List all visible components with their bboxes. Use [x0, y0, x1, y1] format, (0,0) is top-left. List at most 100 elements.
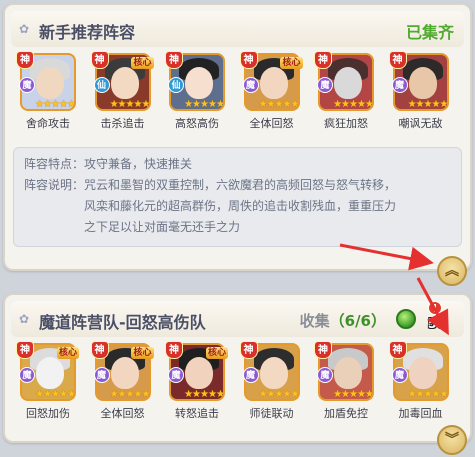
faction-badge: 仙	[93, 77, 110, 93]
faction-badge: 魔	[168, 367, 184, 383]
god-rank-badge: 神	[314, 51, 332, 69]
star-rating: ★★★★★	[184, 389, 224, 400]
hero-skill-label: 全体回怒	[249, 117, 294, 130]
faction-badge: 魔	[93, 367, 110, 383]
collect-progress: 收集（6/6）	[300, 310, 386, 331]
panel-title: 新手推荐阵容	[39, 23, 136, 42]
hero-card[interactable]: ★★★★★ 神仙高怒高伤	[164, 51, 230, 143]
core-badge: 核心	[131, 57, 154, 69]
star-rating: ★★★★★	[258, 389, 299, 400]
star-rating: ★★★★★	[109, 389, 150, 400]
panel-title: 魔道阵营队-回怒高伤队	[39, 313, 206, 332]
hero-card[interactable]: ★★★★★ 神魔 核心回怒加伤	[15, 341, 81, 433]
explain-line: 咒云和墨智的双重控制，六欲魔君的高频回怒与怒气转移，	[84, 178, 397, 192]
god-rank-badge: 神	[314, 341, 332, 359]
jade-reward-icon[interactable]	[396, 309, 416, 329]
core-badge: 核心	[56, 347, 79, 359]
star-rating: ★★★★★	[333, 99, 373, 110]
faction-badge: 魔	[19, 77, 35, 93]
star-rating: ★★★★★	[35, 389, 75, 400]
god-rank-badge: 神	[388, 341, 407, 359]
faction-badge: 魔	[242, 367, 259, 383]
hero-skill-label: 全体回怒	[100, 407, 145, 420]
star-rating: ★★★★★	[333, 389, 373, 400]
faction-badge: 魔	[317, 77, 333, 93]
hero-skill-label: 疯狂加怒	[324, 117, 368, 130]
panel-header: ✿ 新手推荐阵容 已集齐	[11, 11, 464, 47]
god-rank-badge: 神	[239, 51, 258, 69]
hero-face	[36, 67, 64, 99]
hero-face	[259, 67, 288, 99]
god-rank-badge: 神	[90, 51, 109, 69]
hero-skill-label: 转怒追击	[175, 407, 219, 420]
faction-badge: 魔	[391, 367, 408, 383]
faction-badge: 仙	[168, 77, 184, 93]
hero-face	[408, 67, 437, 99]
faction-badge: 魔	[391, 77, 408, 93]
lotus-icon: ✿	[18, 22, 30, 36]
hero-skill-label: 舍命攻击	[26, 117, 70, 130]
hero-roster: ★★★★★ 神魔核心 回怒加伤 ★★★★★ 神魔核心 全体回怒 ★★★★★ 神魔核心 转怒追击 ★…	[15, 341, 465, 433]
hero-skill-label: 回怒加伤	[26, 407, 70, 420]
hero-face	[334, 357, 362, 389]
hero-card[interactable]: ★★★★★ 神魔疯狂加怒	[313, 51, 379, 143]
reward-count: 50	[427, 317, 446, 332]
hero-face	[334, 67, 362, 99]
hero-card[interactable]: ★★★★★ 神魔加毒回血	[388, 341, 454, 433]
hero-skill-label: 高怒高伤	[175, 117, 219, 130]
hero-face	[110, 357, 139, 389]
hero-card[interactable]: ★★★★★ 神魔嘲讽无敌	[388, 51, 454, 143]
collapse-button[interactable]: ︽	[437, 256, 467, 286]
lotus-icon: ✿	[18, 312, 30, 326]
feature-text: 攻守兼备，快速推关	[84, 157, 193, 171]
hero-face	[36, 357, 64, 389]
faction-badge: 魔	[242, 77, 259, 93]
god-rank-badge: 神	[16, 51, 34, 69]
core-badge: 核心	[205, 347, 228, 359]
hero-skill-label: 击杀追击	[100, 117, 145, 130]
hero-skill-label: 加毒回血	[398, 407, 443, 420]
hero-card[interactable]: ★★★★★ 神魔师徒联动	[239, 341, 305, 433]
god-rank-badge: 神	[16, 341, 34, 359]
hero-card[interactable]: ★★★★★ 神仙 核心 击杀追击	[90, 51, 156, 143]
hero-card[interactable]: ★★★★★ 神魔 核心全体回怒	[239, 51, 305, 143]
hero-card[interactable]: ★★★★★ 神魔舍命攻击	[15, 51, 81, 143]
lineup-panel-recommended: ✿ 新手推荐阵容 已集齐 ★★★★★ 神魔舍命攻击 ★★★★★ 神仙核心 击杀追击 ★★★…	[3, 3, 472, 271]
star-rating: ★★★★★	[407, 99, 448, 110]
hero-skill-label: 师徒联动	[249, 407, 294, 420]
hero-card[interactable]: ★★★★★ 神魔 核心转怒追击	[164, 341, 230, 433]
collect-label: 收集	[299, 312, 330, 330]
core-badge: 核心	[131, 347, 154, 359]
lineup-description: 阵容特点：攻守兼备，快速推关 阵容说明：咒云和墨智的双重控制，六欲魔君的高频回怒…	[13, 147, 462, 247]
hero-face	[110, 67, 139, 99]
hero-face	[259, 357, 288, 389]
alert-badge-icon: !	[428, 301, 442, 315]
hero-card[interactable]: ★★★★★ 神魔加盾免控	[313, 341, 379, 433]
feature-label: 阵容特点：	[24, 157, 85, 171]
star-rating: ★★★★★	[258, 99, 299, 110]
panel-header: ✿ 魔道阵营队-回怒高伤队 收集（6/6） 50 !	[11, 301, 464, 337]
god-rank-badge: 神	[388, 51, 407, 69]
core-badge: 核心	[280, 57, 303, 69]
faction-badge: 魔	[19, 367, 35, 383]
explain-label: 阵容说明：	[24, 178, 85, 192]
hero-roster: ★★★★★ 神魔舍命攻击 ★★★★★ 神仙核心 击杀追击 ★★★★★ 神仙高怒高伤 ★★★★★…	[15, 51, 465, 143]
collected-status: 已集齐	[405, 23, 454, 42]
faction-badge: 魔	[317, 367, 333, 383]
god-rank-badge: 神	[90, 341, 109, 359]
hero-face	[185, 67, 213, 99]
god-rank-badge: 神	[165, 51, 183, 69]
star-rating: ★★★★★	[407, 389, 448, 400]
collect-value: （6/6）	[329, 312, 386, 330]
hero-skill-label: 嘲讽无敌	[398, 117, 443, 130]
god-rank-badge: 神	[165, 341, 183, 359]
hero-face	[185, 357, 213, 389]
star-rating: ★★★★★	[35, 99, 75, 110]
god-rank-badge: 神	[239, 341, 258, 359]
explain-line: 之下足以让对面毫无还手之力	[84, 220, 241, 234]
hero-card[interactable]: ★★★★★ 神魔 核心全体回怒	[90, 341, 156, 433]
star-rating: ★★★★★	[184, 99, 224, 110]
hero-skill-label: 加盾免控	[324, 407, 368, 420]
explain-line: 风栾和藤化元的超高群伤，周佚的追击收割残血，重重压力	[84, 199, 397, 213]
expand-button[interactable]: ︾	[437, 425, 467, 455]
